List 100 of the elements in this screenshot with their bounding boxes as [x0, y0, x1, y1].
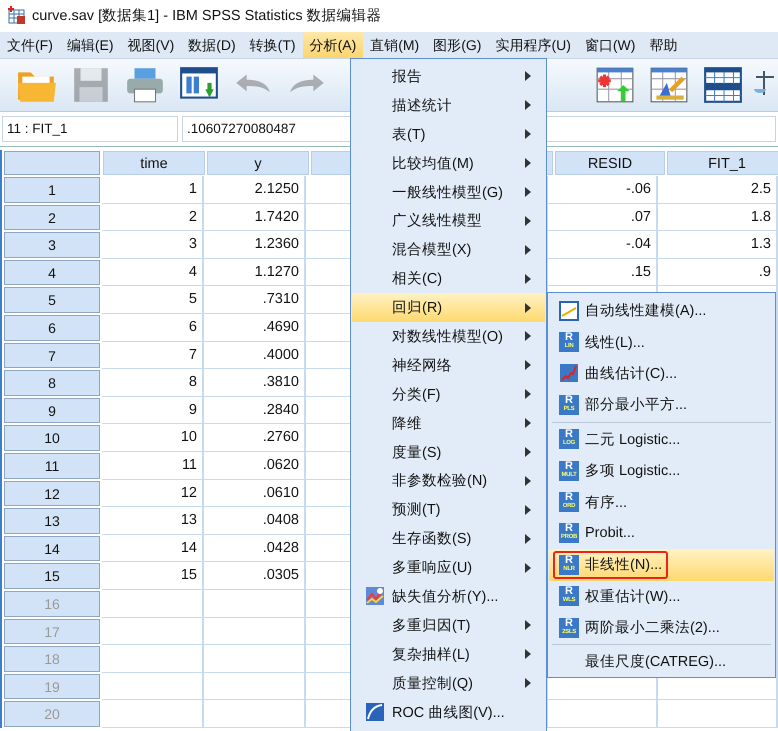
row-header[interactable]: 14	[4, 536, 100, 562]
row-header[interactable]: 6	[4, 314, 100, 341]
menu-item[interactable]: 窗口(W)	[578, 32, 642, 58]
printer-icon[interactable]	[124, 66, 166, 104]
table-cell: 5	[102, 286, 204, 314]
row-header[interactable]: 10	[4, 425, 100, 451]
table-cell: .7310	[204, 286, 306, 314]
column-header[interactable]: y	[207, 151, 309, 175]
table-cell: 4	[102, 258, 204, 286]
table-cell: .0610	[204, 480, 306, 508]
chart-question-icon	[364, 586, 386, 606]
menu-entry[interactable]: ROC 曲线图(V)...	[352, 698, 545, 726]
table-cell: 8	[102, 369, 204, 397]
row-header[interactable]: 11	[4, 452, 100, 479]
menu-item[interactable]: 直销(M)	[363, 32, 426, 58]
menu-item[interactable]: 图形(G)	[426, 32, 488, 58]
row-header[interactable]: 13	[4, 508, 100, 534]
table-cell: 1.3	[658, 231, 778, 259]
table-cell: .2840	[204, 396, 306, 424]
menu-item[interactable]: 视图(V)	[120, 32, 182, 58]
table-cell: 2	[102, 204, 204, 232]
row-header[interactable]: 9	[4, 398, 100, 424]
line-chart-icon	[559, 300, 579, 321]
table-cell: 1.7420	[204, 204, 306, 232]
row-header[interactable]: 4	[4, 260, 100, 286]
window-title: curve.sav [数据集1] - IBM SPSS Statistics 数据编辑器	[32, 6, 382, 24]
table-cell: 9	[102, 396, 204, 424]
column-header[interactable]: FIT_1	[667, 151, 778, 175]
table-cell: 11	[102, 452, 204, 480]
menu-entry[interactable]: 分类(F)	[352, 380, 545, 409]
table-cell: 6	[102, 314, 204, 342]
table-cell: .4690	[204, 314, 306, 342]
menu-entry[interactable]: 度量(S)	[352, 438, 545, 466]
table-cell: 7	[102, 342, 204, 370]
table-cell: 15	[102, 562, 204, 590]
menu-entry[interactable]: 非参数检验(N)	[352, 466, 545, 496]
curve-chart-icon	[364, 702, 386, 722]
menu-entry[interactable]: 质量控制(Q)	[352, 668, 545, 698]
menu-entry[interactable]: 降维	[352, 408, 545, 438]
row-header[interactable]: 8	[4, 370, 100, 396]
table-cell: 2.1250	[204, 176, 306, 204]
menu-entry[interactable]: 复杂抽样(L)	[352, 640, 545, 669]
menu-entry[interactable]: 缺失值分析(Y)...	[352, 582, 545, 611]
row-header[interactable]: 3	[4, 232, 100, 258]
column-header[interactable]: RESID	[555, 151, 665, 175]
table-cell: 1.2360	[204, 231, 306, 259]
row-header[interactable]: 15	[4, 563, 100, 589]
menu-entry[interactable]: 曲线估计(C)...	[549, 358, 774, 390]
table-cell: 2.5	[658, 176, 778, 204]
menu-entry[interactable]: 对数线性模型(O)	[352, 322, 545, 351]
menu-entry[interactable]: 多重响应(U)	[352, 553, 545, 582]
menu-entry[interactable]: 一般线性模型(G)	[352, 178, 545, 206]
menu-item[interactable]: 帮助	[642, 32, 684, 58]
grid-star-icon[interactable]	[594, 66, 636, 104]
menu-item[interactable]: 编辑(E)	[60, 32, 121, 58]
row-header[interactable]: 12	[4, 480, 100, 506]
table-cell: .0620	[204, 452, 306, 480]
menu-entry[interactable]: 预测(T)	[352, 495, 545, 524]
table-cell: .2760	[204, 424, 306, 452]
table-cell: .0408	[204, 507, 306, 535]
row-header[interactable]: 5	[4, 287, 100, 313]
curve-chart-icon	[559, 363, 579, 384]
table-cell: .4000	[204, 342, 306, 370]
table-cell: .9	[658, 258, 778, 286]
menu-entry[interactable]: 相关(C)	[352, 264, 545, 294]
menu-entry[interactable]: 神经网络	[352, 350, 545, 380]
menu-entry[interactable]: 报告	[352, 62, 545, 91]
menu-entry[interactable]: 比较均值(M)	[352, 148, 545, 178]
table-cell: .0305	[204, 562, 306, 590]
menu-entry[interactable]: 混合模型(X)	[352, 235, 545, 264]
menu-item[interactable]: 数据(D)	[181, 32, 243, 58]
app-icon	[6, 5, 26, 25]
menu-item[interactable]: 分析(A)	[302, 32, 364, 58]
table-cell: 1.8	[658, 204, 778, 232]
menu-entry[interactable]: 最佳尺度(CATREG)...	[549, 646, 774, 678]
menu-entry[interactable]: 表(T)	[352, 120, 545, 149]
grid-ruler-icon[interactable]	[648, 66, 690, 104]
table-cell: .0428	[204, 534, 306, 562]
stacked-tables-icon[interactable]	[702, 66, 744, 104]
row-header[interactable]: 7	[4, 342, 100, 368]
table-cell: .3810	[204, 369, 306, 397]
menu-item[interactable]: 转换(T)	[242, 32, 303, 58]
table-cell: 10	[102, 424, 204, 452]
table-cell: 3	[102, 231, 204, 259]
menu-entry[interactable]: 自动线性建模(A)...	[549, 295, 774, 326]
cell-reference: 11 : FIT_1	[2, 116, 178, 142]
table-cell: 14	[102, 534, 204, 562]
menu-entry[interactable]: 描述统计	[352, 90, 545, 120]
menu-entry[interactable]: 广义线性模型	[352, 206, 545, 236]
row-header[interactable]: 2	[4, 204, 100, 230]
menu-item[interactable]: 文件(F)	[0, 32, 60, 58]
menu-entry[interactable]: 生存函数(S)	[352, 524, 545, 554]
menu-entry[interactable]: 回归(R)	[352, 293, 545, 322]
menu-item[interactable]: 实用程序(U)	[488, 32, 578, 58]
row-header[interactable]: 1	[4, 177, 100, 203]
menu-entry[interactable]: 多重归因(T)	[352, 610, 545, 640]
table-cell: 13	[102, 507, 204, 535]
column-header[interactable]: time	[103, 151, 205, 175]
table-cell: 12	[102, 480, 204, 508]
table-cell: 1.1270	[204, 258, 306, 286]
